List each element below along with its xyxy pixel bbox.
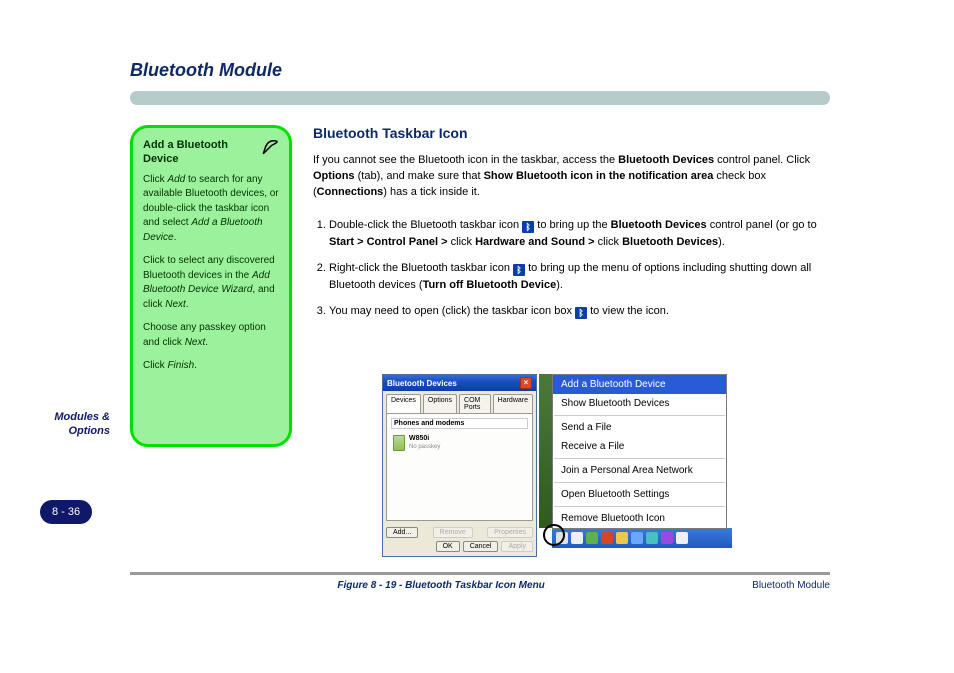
tab-options[interactable]: Options <box>423 394 457 413</box>
caption-row: Figure 8 - 19 - Bluetooth Taskbar Icon M… <box>130 580 830 591</box>
menu-separator <box>554 458 725 459</box>
desktop-strip <box>539 374 552 528</box>
properties-button[interactable]: Properties <box>487 527 533 538</box>
caption-right: Bluetooth Module <box>752 580 830 591</box>
note-p3: Choose any passkey option and click Next… <box>143 321 279 350</box>
menu-item[interactable]: Receive a File <box>553 437 726 456</box>
group-label: Phones and modems <box>391 418 528 429</box>
intro-text: If you cannot see the Bluetooth icon in … <box>313 153 833 201</box>
device-sub: No passkey <box>409 444 440 450</box>
close-icon[interactable]: × <box>520 377 532 389</box>
window-titlebar: Bluetooth Devices × <box>383 375 536 391</box>
menu-separator <box>554 482 725 483</box>
figure-caption: Figure 8 - 19 - Bluetooth Taskbar Icon M… <box>337 580 544 591</box>
steps-list: Double-click the Bluetooth taskbar icon … <box>313 217 833 320</box>
note-p4: Click Finish. <box>143 359 279 374</box>
tray-icon[interactable] <box>661 532 673 544</box>
menu-separator <box>554 506 725 507</box>
apply-button[interactable]: Apply <box>501 541 533 552</box>
section-bar <box>130 91 830 105</box>
cancel-button[interactable]: Cancel <box>463 541 499 552</box>
add-button[interactable]: Add... <box>386 527 418 538</box>
bottom-rule <box>130 572 830 575</box>
pen-icon <box>261 138 279 161</box>
context-menu-figure: Add a Bluetooth DeviceShow Bluetooth Dev… <box>552 374 732 548</box>
tab-content: Phones and modems W850i No passkey <box>386 413 533 521</box>
device-item[interactable]: W850i No passkey <box>391 433 528 453</box>
menu-item[interactable]: Show Bluetooth Devices <box>553 394 726 413</box>
menu-item[interactable]: Join a Personal Area Network <box>553 461 726 480</box>
tab-comports[interactable]: COM Ports <box>459 394 491 413</box>
tray-icon[interactable] <box>676 532 688 544</box>
tray-icon[interactable] <box>616 532 628 544</box>
context-menu: Add a Bluetooth DeviceShow Bluetooth Dev… <box>552 374 727 529</box>
page-number-pill: 8 - 36 <box>40 500 92 524</box>
subhead: Bluetooth Taskbar Icon <box>313 125 833 141</box>
bluetooth-devices-window: Bluetooth Devices × Devices Options COM … <box>382 374 537 557</box>
window-title: Bluetooth Devices <box>387 379 457 388</box>
tab-hardware[interactable]: Hardware <box>493 394 533 413</box>
section-title: Bluetooth Module <box>130 60 830 81</box>
menu-item[interactable]: Send a File <box>553 418 726 437</box>
device-text: W850i No passkey <box>409 435 440 450</box>
tab-devices[interactable]: Devices <box>386 394 421 413</box>
menu-separator <box>554 415 725 416</box>
device-name: W850i <box>409 435 429 442</box>
note-title: Add a Bluetooth Device <box>143 138 255 167</box>
step-1: Double-click the Bluetooth taskbar icon … <box>329 217 833 251</box>
system-tray <box>552 528 732 548</box>
tabs-row: Devices Options COM Ports Hardware <box>383 391 536 413</box>
menu-item[interactable]: Add a Bluetooth Device <box>553 375 726 394</box>
menu-item[interactable]: Remove Bluetooth Icon <box>553 509 726 528</box>
tray-chevron-icon[interactable] <box>556 532 568 544</box>
note-p1: Click Add to search for any available Bl… <box>143 173 279 246</box>
menu-item[interactable]: Open Bluetooth Settings <box>553 485 726 504</box>
tray-bluetooth-icon[interactable] <box>631 532 643 544</box>
step-3: You may need to open (click) the taskbar… <box>329 303 833 320</box>
tray-icon[interactable] <box>586 532 598 544</box>
phone-icon <box>393 435 405 451</box>
note-box: Add a Bluetooth Device Click Add to sear… <box>130 125 292 447</box>
note-body: Click Add to search for any available Bl… <box>143 173 279 374</box>
ok-button[interactable]: OK <box>436 541 460 552</box>
tray-icon[interactable] <box>601 532 613 544</box>
tray-icon[interactable] <box>646 532 658 544</box>
remove-button[interactable]: Remove <box>433 527 473 538</box>
step-2: Right-click the Bluetooth taskbar icon ᛒ… <box>329 260 833 294</box>
note-p2: Click to select any discovered Bluetooth… <box>143 254 279 312</box>
tray-icon[interactable] <box>571 532 583 544</box>
side-chapter-label: Modules & Options <box>40 410 110 439</box>
